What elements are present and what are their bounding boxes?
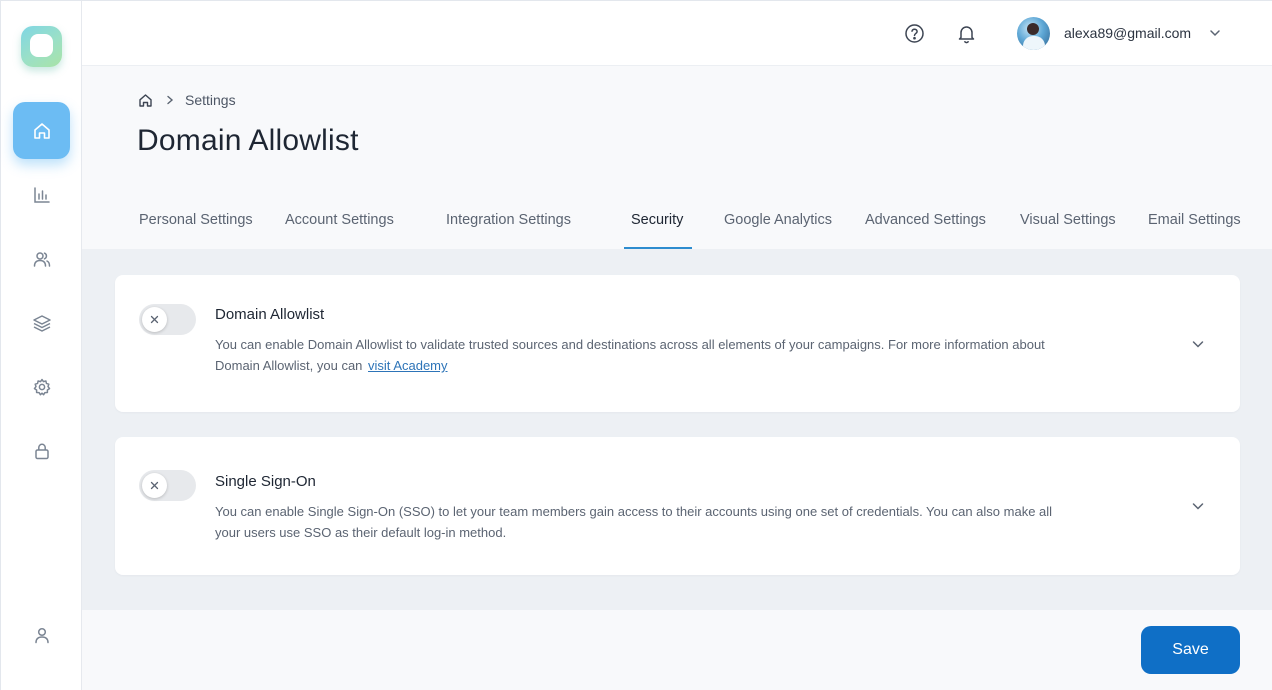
avatar[interactable] (1017, 17, 1050, 50)
chevron-down-icon[interactable] (1191, 499, 1205, 513)
bell-icon[interactable] (956, 23, 977, 44)
lock-icon (34, 443, 49, 459)
description-line: your users use SSO as their default log-… (215, 525, 507, 540)
description-line: Domain Allowlist, you can visit Academy (215, 355, 1085, 376)
bar-chart-icon (33, 186, 50, 203)
chevron-down-icon[interactable] (1209, 27, 1221, 39)
card-description: You can enable Domain Allowlist to valid… (215, 334, 1085, 376)
breadcrumb: Settings (138, 92, 236, 108)
gear-icon (33, 378, 50, 395)
close-icon (150, 481, 159, 490)
chevron-right-icon (167, 95, 174, 105)
sidebar-item-layers[interactable] (13, 294, 70, 351)
users-icon (33, 251, 50, 267)
app-frame: alexa89@gmail.com Settings Domain Allowl… (0, 0, 1272, 690)
sidebar-item-settings[interactable] (13, 358, 70, 415)
visit-academy-link[interactable]: visit Academy (368, 358, 447, 373)
app-logo[interactable] (21, 26, 62, 67)
security-content: Domain Allowlist You can enable Domain A… (82, 249, 1272, 610)
card-description: You can enable Single Sign-On (SSO) to l… (215, 501, 1085, 543)
breadcrumb-settings[interactable]: Settings (185, 92, 236, 108)
card-title: Domain Allowlist (215, 306, 325, 323)
tab-personal-settings[interactable]: Personal Settings (139, 212, 253, 228)
user-email[interactable]: alexa89@gmail.com (1064, 25, 1191, 41)
description-line: You can enable Domain Allowlist to valid… (215, 337, 1045, 352)
toggle-knob (142, 473, 167, 498)
domain-allowlist-card: Domain Allowlist You can enable Domain A… (115, 275, 1240, 412)
single-sign-on-card: Single Sign-On You can enable Single Sig… (115, 437, 1240, 575)
single-sign-on-toggle[interactable] (139, 470, 196, 501)
close-icon (150, 315, 159, 324)
help-circle-icon[interactable] (904, 23, 925, 44)
description-text: Domain Allowlist, you can (215, 358, 363, 373)
user-icon (34, 627, 49, 643)
page-header: Settings Domain Allowlist Personal Setti… (82, 66, 1272, 249)
sidebar-item-analytics[interactable] (13, 166, 70, 223)
top-header: alexa89@gmail.com (82, 1, 1272, 66)
toggle-knob (142, 307, 167, 332)
save-button[interactable]: Save (1141, 626, 1240, 674)
layers-icon (32, 314, 51, 332)
tab-advanced-settings[interactable]: Advanced Settings (865, 212, 986, 228)
home-icon (33, 122, 50, 139)
tab-email-settings[interactable]: Email Settings (1148, 212, 1241, 228)
page-footer: Save (82, 610, 1272, 690)
sidebar-item-home[interactable] (13, 102, 70, 159)
home-icon[interactable] (138, 93, 153, 108)
sidebar-item-security[interactable] (13, 422, 70, 479)
tab-google-analytics[interactable]: Google Analytics (724, 212, 832, 228)
card-title: Single Sign-On (215, 473, 316, 490)
page-title: Domain Allowlist (137, 124, 359, 157)
chevron-down-icon[interactable] (1191, 337, 1205, 351)
tab-account-settings[interactable]: Account Settings (285, 212, 394, 228)
tab-integration-settings[interactable]: Integration Settings (446, 212, 571, 228)
settings-tabs: Personal Settings Account Settings Integ… (82, 203, 1272, 249)
sidebar (1, 1, 82, 690)
description-line: You can enable Single Sign-On (SSO) to l… (215, 504, 1053, 519)
sidebar-item-profile[interactable] (13, 606, 70, 663)
sidebar-item-users[interactable] (13, 230, 70, 287)
domain-allowlist-toggle[interactable] (139, 304, 196, 335)
tab-security[interactable]: Security (631, 212, 683, 228)
tab-visual-settings[interactable]: Visual Settings (1020, 212, 1116, 228)
